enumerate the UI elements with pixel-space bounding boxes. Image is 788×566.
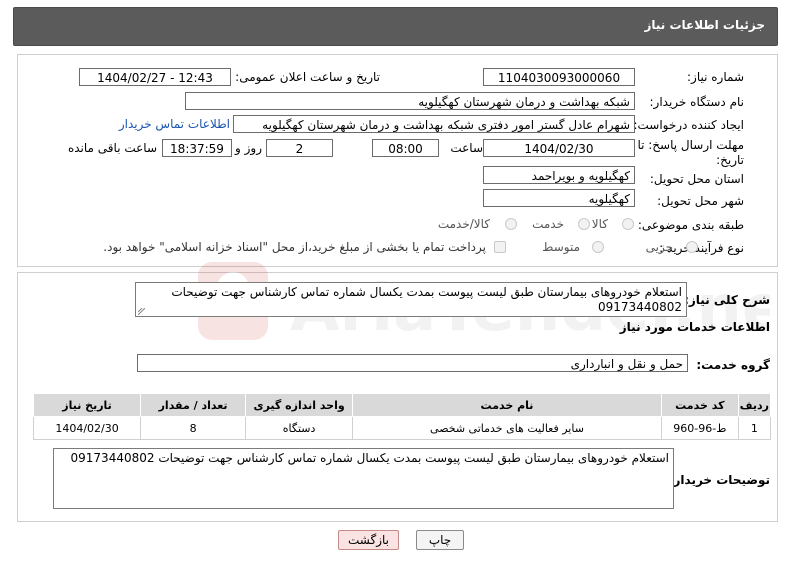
remaining-label: ساعت باقی مانده xyxy=(67,141,157,155)
col-header-unit: واحد اندازه گیری xyxy=(245,393,354,417)
buyer-notes-label: توضیحات خریدار: xyxy=(668,473,770,487)
cell-row-number: 1 xyxy=(737,416,772,440)
days-label: روز و xyxy=(235,141,262,155)
creator-field: شهرام عادل گستر امور دفتری شبکه بهداشت و… xyxy=(233,115,635,133)
province-label: استان محل تحویل: xyxy=(649,172,744,186)
process-minor-label: جزیی xyxy=(645,240,673,254)
creator-label: ایجاد کننده درخواست: xyxy=(633,118,744,132)
col-header-quantity: تعداد / مقدار xyxy=(140,393,247,417)
process-medium-label: متوسط xyxy=(542,240,580,254)
province-field: کهگیلویه و بویراحمد xyxy=(483,166,635,184)
col-header-row: ردیف xyxy=(737,393,772,417)
buyer-field: شبکه بهداشت و درمان شهرستان کهگیلویه xyxy=(185,92,635,110)
days-field: 2 xyxy=(266,139,333,157)
buyer-label: نام دستگاه خریدار: xyxy=(649,95,745,109)
service-group-label: گروه خدمت: xyxy=(696,358,770,372)
cell-unit: دستگاه xyxy=(245,416,354,440)
remaining-time-field: 18:37:59 xyxy=(162,139,232,157)
cell-quantity: 8 xyxy=(140,416,247,440)
col-header-name: نام خدمت xyxy=(352,393,662,417)
description-label: شرح کلی نیاز: xyxy=(684,293,770,307)
back-button[interactable]: بازگشت xyxy=(338,530,399,550)
process-medium-radio[interactable] xyxy=(592,241,604,253)
treasury-payment-note: پرداخت تمام یا بخشی از مبلغ خرید،از محل … xyxy=(103,240,486,254)
deadline-time-label: ساعت xyxy=(450,141,483,155)
deadline-label: مهلت ارسال پاسخ: تا xyxy=(637,138,744,152)
cell-service-name: سایر فعالیت های خدماتی شخصی xyxy=(352,416,662,440)
city-field: کهگیلویه xyxy=(483,189,635,207)
description-textarea: استعلام خودروهای بیمارستان طبق لیست پیوس… xyxy=(135,282,687,317)
buyer-notes-text: استعلام خودروهای بیمارستان طبق لیست پیوس… xyxy=(70,451,669,465)
deadline-date-label: تاریخ: xyxy=(716,153,744,167)
page-header: جزئیات اطلاعات نیاز xyxy=(13,7,778,46)
col-header-date: تاریخ نیاز xyxy=(32,393,142,417)
announce-label: تاریخ و ساعت اعلان عمومی: xyxy=(235,70,380,84)
page-title: جزئیات اطلاعات نیاز xyxy=(644,18,765,32)
category-both-radio[interactable] xyxy=(505,218,517,230)
category-both-label: کالا/خدمت xyxy=(437,217,490,231)
category-goods-radio[interactable] xyxy=(622,218,634,230)
deadline-time-field: 08:00 xyxy=(372,139,439,157)
resize-handle-icon[interactable] xyxy=(138,308,145,315)
city-label: شهر محل تحویل: xyxy=(657,194,744,208)
cell-service-code: ط-96-960 xyxy=(660,416,739,440)
services-section-title: اطلاعات خدمات مورد نیاز xyxy=(619,320,770,334)
process-minor-radio[interactable] xyxy=(686,241,698,253)
need-number-field: 1104030093000060 xyxy=(483,68,635,86)
category-service-label: خدمت xyxy=(532,217,564,231)
buyer-contact-link[interactable]: اطلاعات تماس خریدار xyxy=(119,117,230,131)
deadline-date-field: 1404/02/30 xyxy=(483,139,635,157)
print-button[interactable]: چاپ xyxy=(416,530,464,550)
services-table: ردیف کد خدمت نام خدمت واحد اندازه گیری ت… xyxy=(32,393,772,440)
service-group-field: حمل و نقل و انبارداری xyxy=(137,354,688,372)
buyer-notes-textarea: استعلام خودروهای بیمارستان طبق لیست پیوس… xyxy=(53,448,674,509)
category-service-radio[interactable] xyxy=(578,218,590,230)
category-goods-label: کالا xyxy=(591,217,608,231)
announce-field: 1404/02/27 - 12:43 xyxy=(79,68,231,86)
treasury-payment-checkbox[interactable] xyxy=(494,241,506,253)
category-label: طبقه بندی موضوعی: xyxy=(637,218,744,232)
services-table-header: ردیف کد خدمت نام خدمت واحد اندازه گیری ت… xyxy=(32,393,772,417)
col-header-code: کد خدمت xyxy=(660,393,739,417)
need-number-label: شماره نیاز: xyxy=(687,70,744,84)
table-row: 1 ط-96-960 سایر فعالیت های خدماتی شخصی د… xyxy=(32,416,772,440)
cell-need-date: 1404/02/30 xyxy=(32,416,142,440)
description-text: استعلام خودروهای بیمارستان طبق لیست پیوس… xyxy=(171,285,682,314)
